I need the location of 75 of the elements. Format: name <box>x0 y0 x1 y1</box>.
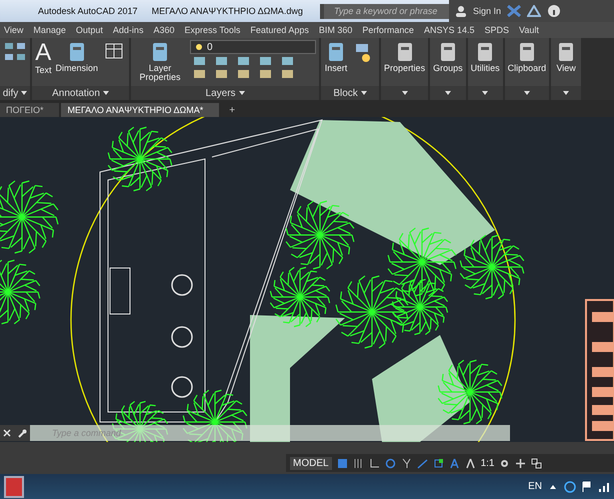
ribbon-tab[interactable]: SPDS <box>484 25 509 35</box>
help-icon[interactable] <box>547 4 562 18</box>
caret-icon[interactable] <box>444 91 451 95</box>
tree-symbol <box>392 278 448 336</box>
model-button[interactable]: MODEL <box>290 456 332 470</box>
ribbon-tab[interactable]: Featured Apps <box>250 25 309 35</box>
ribbon-button[interactable]: Clipboard <box>508 40 546 74</box>
grid-icon[interactable] <box>336 458 348 468</box>
caret-icon[interactable] <box>524 91 530 95</box>
caret-icon[interactable] <box>360 91 367 95</box>
ribbon-tab[interactable]: View <box>4 25 24 35</box>
panel-title: Annotation <box>52 88 100 98</box>
wrench-icon[interactable] <box>18 428 27 438</box>
ribbon-tab[interactable]: Manage <box>33 25 66 35</box>
caret-icon[interactable] <box>21 91 28 95</box>
selection-icon[interactable] <box>432 458 444 468</box>
rectangle-outline <box>110 268 130 314</box>
settings-icon[interactable] <box>499 458 510 468</box>
tree-symbol <box>286 200 354 270</box>
new-tab-button[interactable]: + <box>221 103 244 117</box>
ribbon-button[interactable]: A Text <box>35 40 52 76</box>
bulb-icon <box>195 43 204 51</box>
ribbon-tab[interactable]: Output <box>76 25 103 35</box>
tree-symbol <box>0 260 40 324</box>
ribbon-button[interactable]: Dimension <box>56 40 98 74</box>
caret-icon[interactable] <box>102 91 109 95</box>
annotation-scale-icon[interactable] <box>448 458 460 468</box>
layer-dropdown[interactable]: 0 <box>190 40 316 54</box>
language-indicator[interactable]: EN <box>528 481 542 492</box>
tree-symbol <box>460 234 524 300</box>
circle-symbol <box>171 326 193 348</box>
circle-symbol <box>171 274 193 296</box>
ribbon-button[interactable]: View <box>554 40 578 74</box>
ribbon-button[interactable]: Layer Properties <box>134 40 186 83</box>
ribbon-tab[interactable]: Vault <box>518 25 539 35</box>
plus-icon[interactable] <box>515 458 526 468</box>
tree-symbol <box>270 266 330 328</box>
scale-button[interactable]: 1:1 <box>480 458 494 468</box>
ribbon-button[interactable]: Utilities <box>470 40 500 74</box>
ribbon-tab[interactable]: Add-ins <box>112 25 144 35</box>
file-tab[interactable]: ΜΕΓΑΛΟ ΑΝΑΨΥΚΤΗΡΙΟ ΔΩΜΑ* <box>61 103 220 117</box>
signal-icon[interactable] <box>598 480 610 492</box>
caret-icon[interactable] <box>482 91 488 95</box>
tree-symbol <box>108 126 172 192</box>
file-tab[interactable]: ΠΟΓΕΙΟ* <box>0 103 60 117</box>
workspace-icon[interactable] <box>531 458 542 468</box>
ribbon-tab[interactable]: Express Tools <box>184 25 240 35</box>
search-field[interactable]: Type a keyword or phrase <box>320 4 449 18</box>
sign-in-link[interactable]: Sign In <box>473 6 502 16</box>
tree-symbol <box>388 228 456 296</box>
app-taskbar-icon[interactable] <box>4 476 24 498</box>
user-icon[interactable] <box>455 5 467 17</box>
caret-icon[interactable] <box>563 91 570 95</box>
ribbon-button[interactable]: Insert <box>324 40 348 74</box>
network-icon[interactable] <box>564 480 576 492</box>
app-title: Autodesk AutoCAD 2017 <box>38 6 138 16</box>
ribbon-button[interactable]: Properties <box>384 40 426 74</box>
circle-symbol <box>171 376 193 398</box>
ribbon-tab[interactable]: BIM 360 <box>318 25 352 35</box>
panel-title: Layers <box>206 88 236 98</box>
panel-title: dify <box>2 88 18 98</box>
tree-symbol <box>438 360 502 424</box>
close-icon[interactable] <box>3 429 12 437</box>
caret-icon[interactable] <box>402 91 408 95</box>
ribbon-tab[interactable]: Performance <box>362 25 414 35</box>
ribbon-tab[interactable]: A360 <box>153 25 174 35</box>
caret-icon[interactable] <box>238 91 245 95</box>
ortho-icon[interactable] <box>368 458 380 468</box>
file-title: ΜΕΓΑΛΟ ΑΝΑΨΥΚΤΗΡΙΟ ΔΩΜΑ.dwg <box>152 6 303 16</box>
flag-icon[interactable] <box>582 480 592 492</box>
triangle-icon[interactable] <box>527 5 542 17</box>
ribbon-button[interactable]: Groups <box>433 40 463 74</box>
panel-title: Block <box>333 88 358 98</box>
text-tool-glyph: A <box>35 40 52 66</box>
ribbon-tab[interactable]: ANSYS 14.5 <box>424 25 474 35</box>
